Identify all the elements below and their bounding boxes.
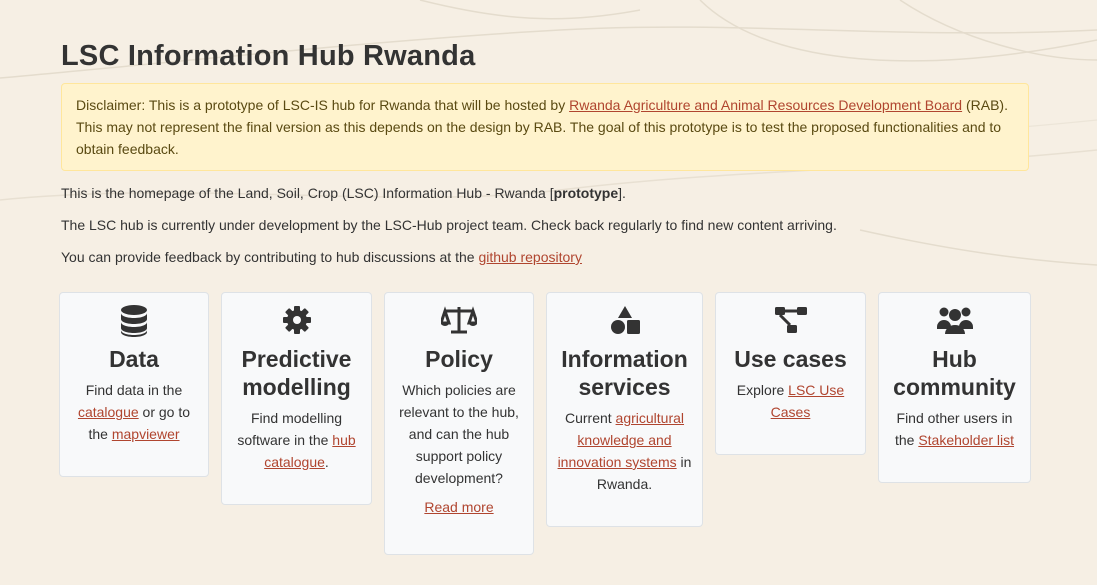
card-data: Data Find data in the catalogue or go to… <box>59 292 209 477</box>
users-icon <box>887 305 1022 337</box>
disclaimer-text-before: Disclaimer: This is a prototype of LSC-I… <box>76 97 570 113</box>
card-predictive-modelling: Predictive modelling Find modelling soft… <box>221 292 372 505</box>
card-information-services-body: Current agricultural knowledge and innov… <box>555 407 694 495</box>
scale-icon <box>395 305 523 337</box>
card-predictive-modelling-title: Predictive modelling <box>241 346 352 400</box>
page-title: LSC Information Hub Rwanda <box>61 40 476 72</box>
card-data-title: Data <box>109 346 159 372</box>
card-hub-community: Hub community Find other users in the St… <box>878 292 1031 483</box>
card-hub-community-title: Hub community <box>893 346 1016 400</box>
shapes-icon <box>555 305 694 337</box>
intro-paragraph-2: The LSC hub is currently under developme… <box>61 217 837 233</box>
card-policy-body: Which policies are relevant to the hub, … <box>399 382 519 486</box>
intro-p1-end: ]. <box>618 185 626 201</box>
stakeholder-list-link[interactable]: Stakeholder list <box>918 432 1014 448</box>
card-uc-text-1: Explore <box>736 382 789 398</box>
card-data-text-1: Find data in the <box>85 382 183 398</box>
diagram-icon <box>724 305 857 337</box>
rab-link[interactable]: Rwanda Agriculture and Animal Resources … <box>569 97 962 113</box>
card-data-body: Find data in the catalogue or go to the … <box>68 379 200 445</box>
intro-paragraph-3: You can provide feedback by contributing… <box>61 249 1031 265</box>
card-grid: Data Find data in the catalogue or go to… <box>59 292 1034 562</box>
database-icon <box>68 305 200 337</box>
mapviewer-link[interactable]: mapviewer <box>112 426 180 442</box>
intro-p3-text: You can provide feedback by contributing… <box>61 249 479 265</box>
card-use-cases-body: Explore LSC Use Cases <box>724 379 857 423</box>
card-predictive-modelling-body: Find modelling software in the hub catal… <box>230 407 363 473</box>
intro-paragraph-1: This is the homepage of the Land, Soil, … <box>61 185 1031 201</box>
github-repository-link[interactable]: github repository <box>478 249 582 265</box>
gear-icon <box>230 305 363 337</box>
intro-p1-text: This is the homepage of the Land, Soil, … <box>61 185 554 201</box>
card-policy: Policy Which policies are relevant to th… <box>384 292 534 555</box>
card-information-services-title: Information services <box>561 346 688 400</box>
card-policy-title: Policy <box>425 346 493 372</box>
intro-p1-bold: prototype <box>553 185 619 201</box>
card-pm-text-2: . <box>324 454 329 470</box>
card-is-text-1: Current <box>564 410 616 426</box>
card-information-services: Information services Current agricultura… <box>546 292 703 527</box>
disclaimer-alert: Disclaimer: This is a prototype of LSC-I… <box>61 83 1029 171</box>
card-hub-community-body: Find other users in the Stakeholder list <box>887 407 1022 451</box>
catalogue-link[interactable]: catalogue <box>78 404 139 420</box>
main-content: LSC Information Hub Rwanda Disclaimer: T… <box>59 40 1031 555</box>
card-pm-text-1: Find modelling software in the <box>237 410 343 448</box>
card-use-cases: Use cases Explore LSC Use Cases <box>715 292 866 455</box>
read-more-link[interactable]: Read more <box>424 499 493 515</box>
card-use-cases-title: Use cases <box>734 346 847 372</box>
